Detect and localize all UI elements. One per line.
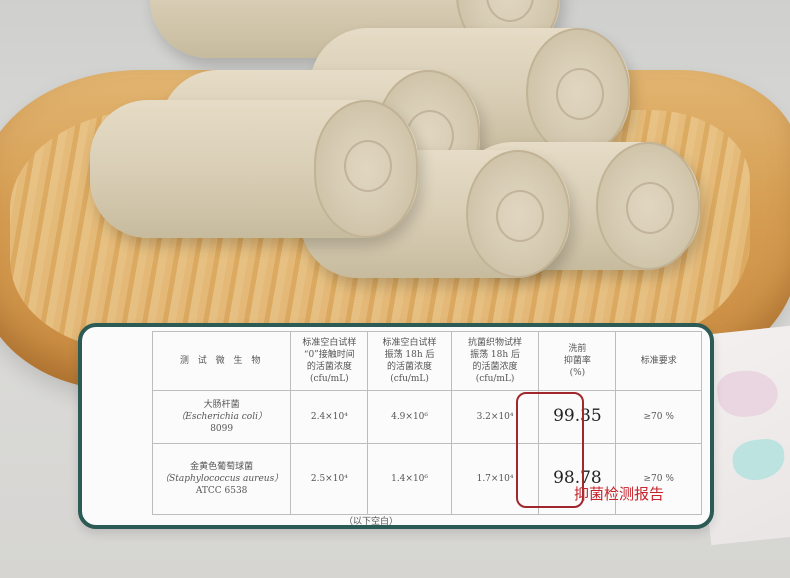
blank-0h-cell: 2.4×10⁴ [290, 390, 369, 444]
report-label: 抑菌检测报告 [574, 485, 665, 503]
organism-cell: 大肠杆菌 （Escherichia coli） 8099 [151, 390, 292, 444]
header-requirement: 标准要求 [615, 331, 702, 391]
header-rate: 洗前 抑菌率 (%) [538, 331, 617, 391]
requirement-cell: ≥70 % [615, 390, 702, 444]
blank-0h-cell: 2.5×10⁴ [290, 443, 369, 515]
blank-18h-cell: 4.9×10⁶ [367, 390, 452, 444]
test-report-card: 测 试 微 生 物 标准空白试样 “0”接触时间 的活菌浓度 (cfu/mL) … [78, 323, 714, 529]
organism-cell: 金黄色葡萄球菌 （Staphylococcus aureus） ATCC 653… [151, 443, 292, 515]
table-row: 大肠杆菌 （Escherichia coli） 8099 2.4×10⁴ 4.9… [151, 390, 702, 444]
paper-roll [90, 100, 418, 238]
header-fabric-18h: 抗菌织物试样 振荡 18h 后 的活菌浓度 (cfu/mL) [450, 331, 540, 391]
table-footer: （以下空白） [290, 514, 452, 529]
header-organism: 测 试 微 生 物 [151, 331, 292, 391]
header-blank-18h: 标准空白试样 振荡 18h 后 的活菌浓度 (cfu/mL) [367, 331, 452, 391]
table-footer-row: （以下空白） [153, 514, 702, 529]
blank-18h-cell: 1.4×10⁶ [367, 443, 452, 515]
header-blank-0h: 标准空白试样 “0”接触时间 的活菌浓度 (cfu/mL) [290, 331, 369, 391]
